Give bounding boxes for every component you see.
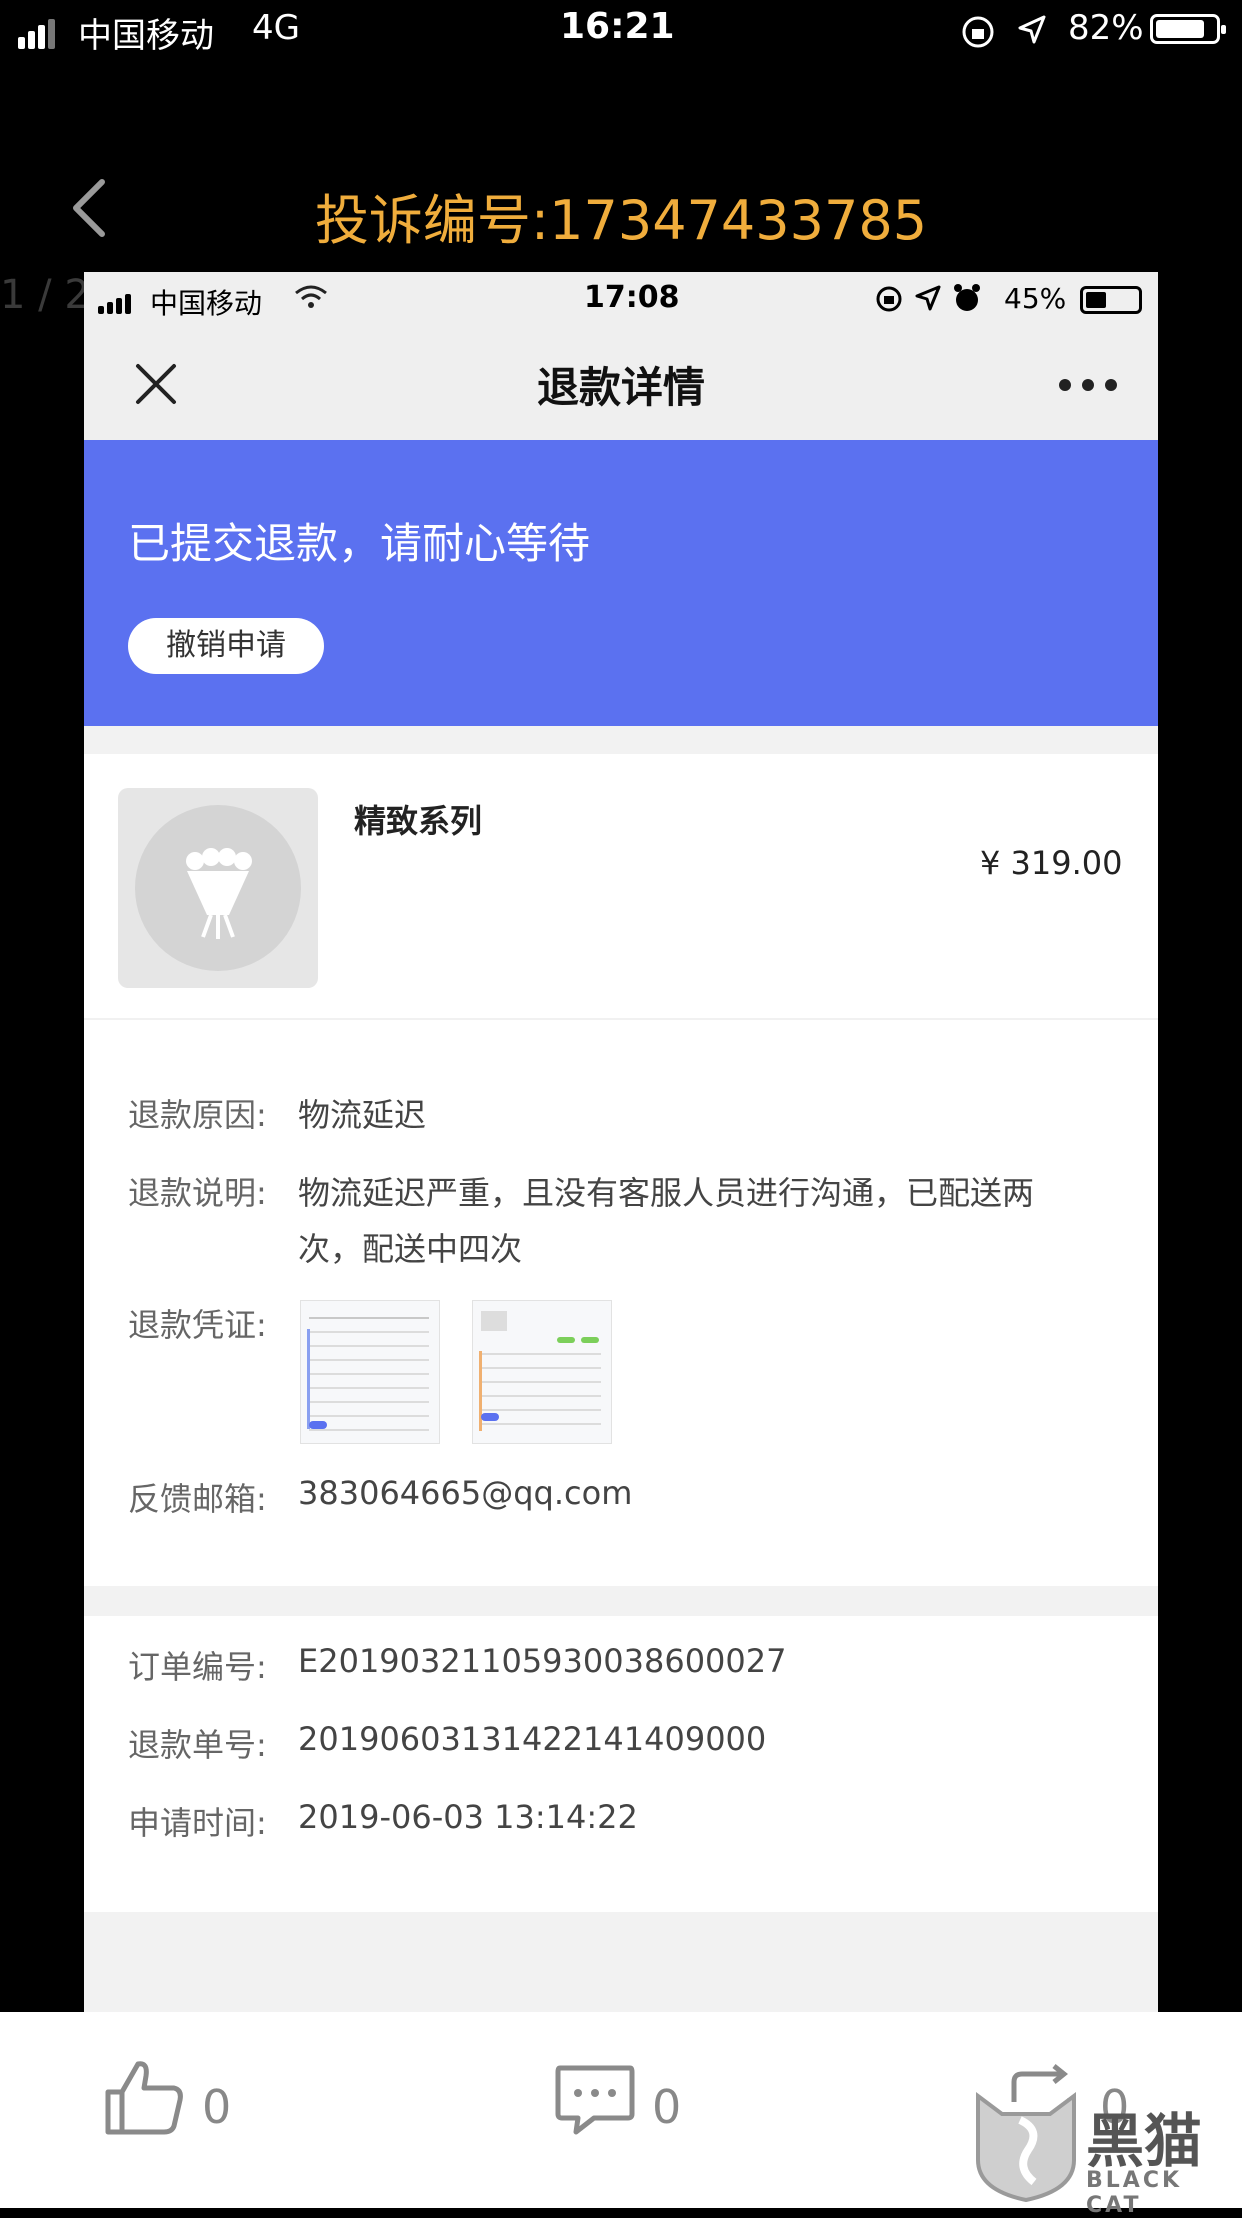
product-name: 精致系列 [354, 802, 483, 840]
refund-description-line1: 物流延迟严重，且没有客服人员进行沟通，已配送两 [298, 1174, 1035, 1212]
refund-proof-label: 退款凭证: [128, 1306, 267, 1344]
inner-location-icon [915, 285, 941, 311]
signal-icon [18, 18, 58, 58]
bouquet-icon [186, 848, 252, 939]
clock: 16:21 [560, 6, 675, 47]
inner-status-bar: 中国移动 17:08 45% [84, 272, 1158, 328]
battery-percent: 82% [1068, 8, 1144, 48]
complaint-number-title: 投诉编号:17347433785 [314, 189, 928, 252]
order-number-label: 订单编号: [128, 1648, 267, 1686]
wifi-icon [295, 285, 327, 308]
product-thumbnail[interactable] [118, 788, 318, 988]
bouquet-placeholder [135, 805, 301, 971]
order-number-value: E20190321105930038600027 [298, 1642, 787, 1680]
inner-carrier: 中国移动 [150, 287, 263, 320]
carrier-name: 中国移动 [78, 16, 214, 56]
inner-battery-percent: 45% [1004, 282, 1067, 315]
alarm-icon [954, 284, 980, 311]
location-arrow-icon [1018, 15, 1046, 44]
feedback-email-label: 反馈邮箱: [128, 1480, 267, 1518]
inner-signal-icon [98, 288, 134, 321]
refund-number-value: 20190603131422141409000 [298, 1720, 767, 1758]
inner-battery-icon [1080, 286, 1142, 314]
inner-rotation-lock-icon [876, 286, 902, 312]
page-title: 退款详情 [536, 363, 705, 412]
like-count: 0 [202, 2080, 232, 2134]
refund-status-message: 已提交退款，请耐心等待 [128, 519, 591, 568]
refund-reason-value: 物流延迟 [298, 1096, 427, 1134]
like-icon[interactable] [104, 2058, 184, 2136]
refund-description-label: 退款说明: [128, 1174, 267, 1212]
divider [84, 1018, 1158, 1020]
status-banner: 已提交退款，请耐心等待 撤销申请 [84, 440, 1158, 726]
rotation-lock-icon [962, 16, 994, 48]
black-cat-logo-icon [976, 2092, 1076, 2202]
comment-icon[interactable] [554, 2064, 636, 2136]
nav-bar: 退款详情 [84, 328, 1158, 440]
refund-number-label: 退款单号: [128, 1726, 267, 1764]
watermark-subtext: BLACK CAT [1086, 2168, 1183, 2218]
embedded-screenshot[interactable]: 中国移动 17:08 45% 退款详情 已提交退款，请耐心等待 撤销申请 精致系… [84, 272, 1158, 2012]
refund-reason-label: 退款原因: [128, 1096, 267, 1134]
apply-time-label: 申请时间: [128, 1804, 267, 1842]
proof-image-2[interactable] [472, 1300, 612, 1444]
inner-clock: 17:08 [584, 280, 680, 315]
cancel-request-button[interactable]: 撤销申请 [128, 618, 324, 674]
network-type: 4G [252, 8, 300, 48]
order-info-card: 订单编号: E20190321105930038600027 退款单号: 201… [84, 1616, 1158, 1912]
comment-count: 0 [652, 2080, 682, 2134]
watermark-text: 黑猫 [1086, 2107, 1203, 2175]
proof-image-1[interactable] [300, 1300, 440, 1444]
battery-icon [1150, 14, 1226, 44]
refund-description-line2: 次，配送中四次 [298, 1230, 523, 1268]
more-icon[interactable] [1058, 378, 1118, 392]
apply-time-value: 2019-06-03 13:14:22 [298, 1798, 638, 1836]
product-price: ¥ 319.00 [980, 844, 1123, 882]
feedback-email-value: 383064665@qq.com [298, 1474, 633, 1512]
outer-status-bar: 中国移动 4G 16:21 82% [0, 0, 1242, 60]
image-pager: 1 / 2 [0, 272, 90, 318]
section-gap [84, 1586, 1158, 1616]
